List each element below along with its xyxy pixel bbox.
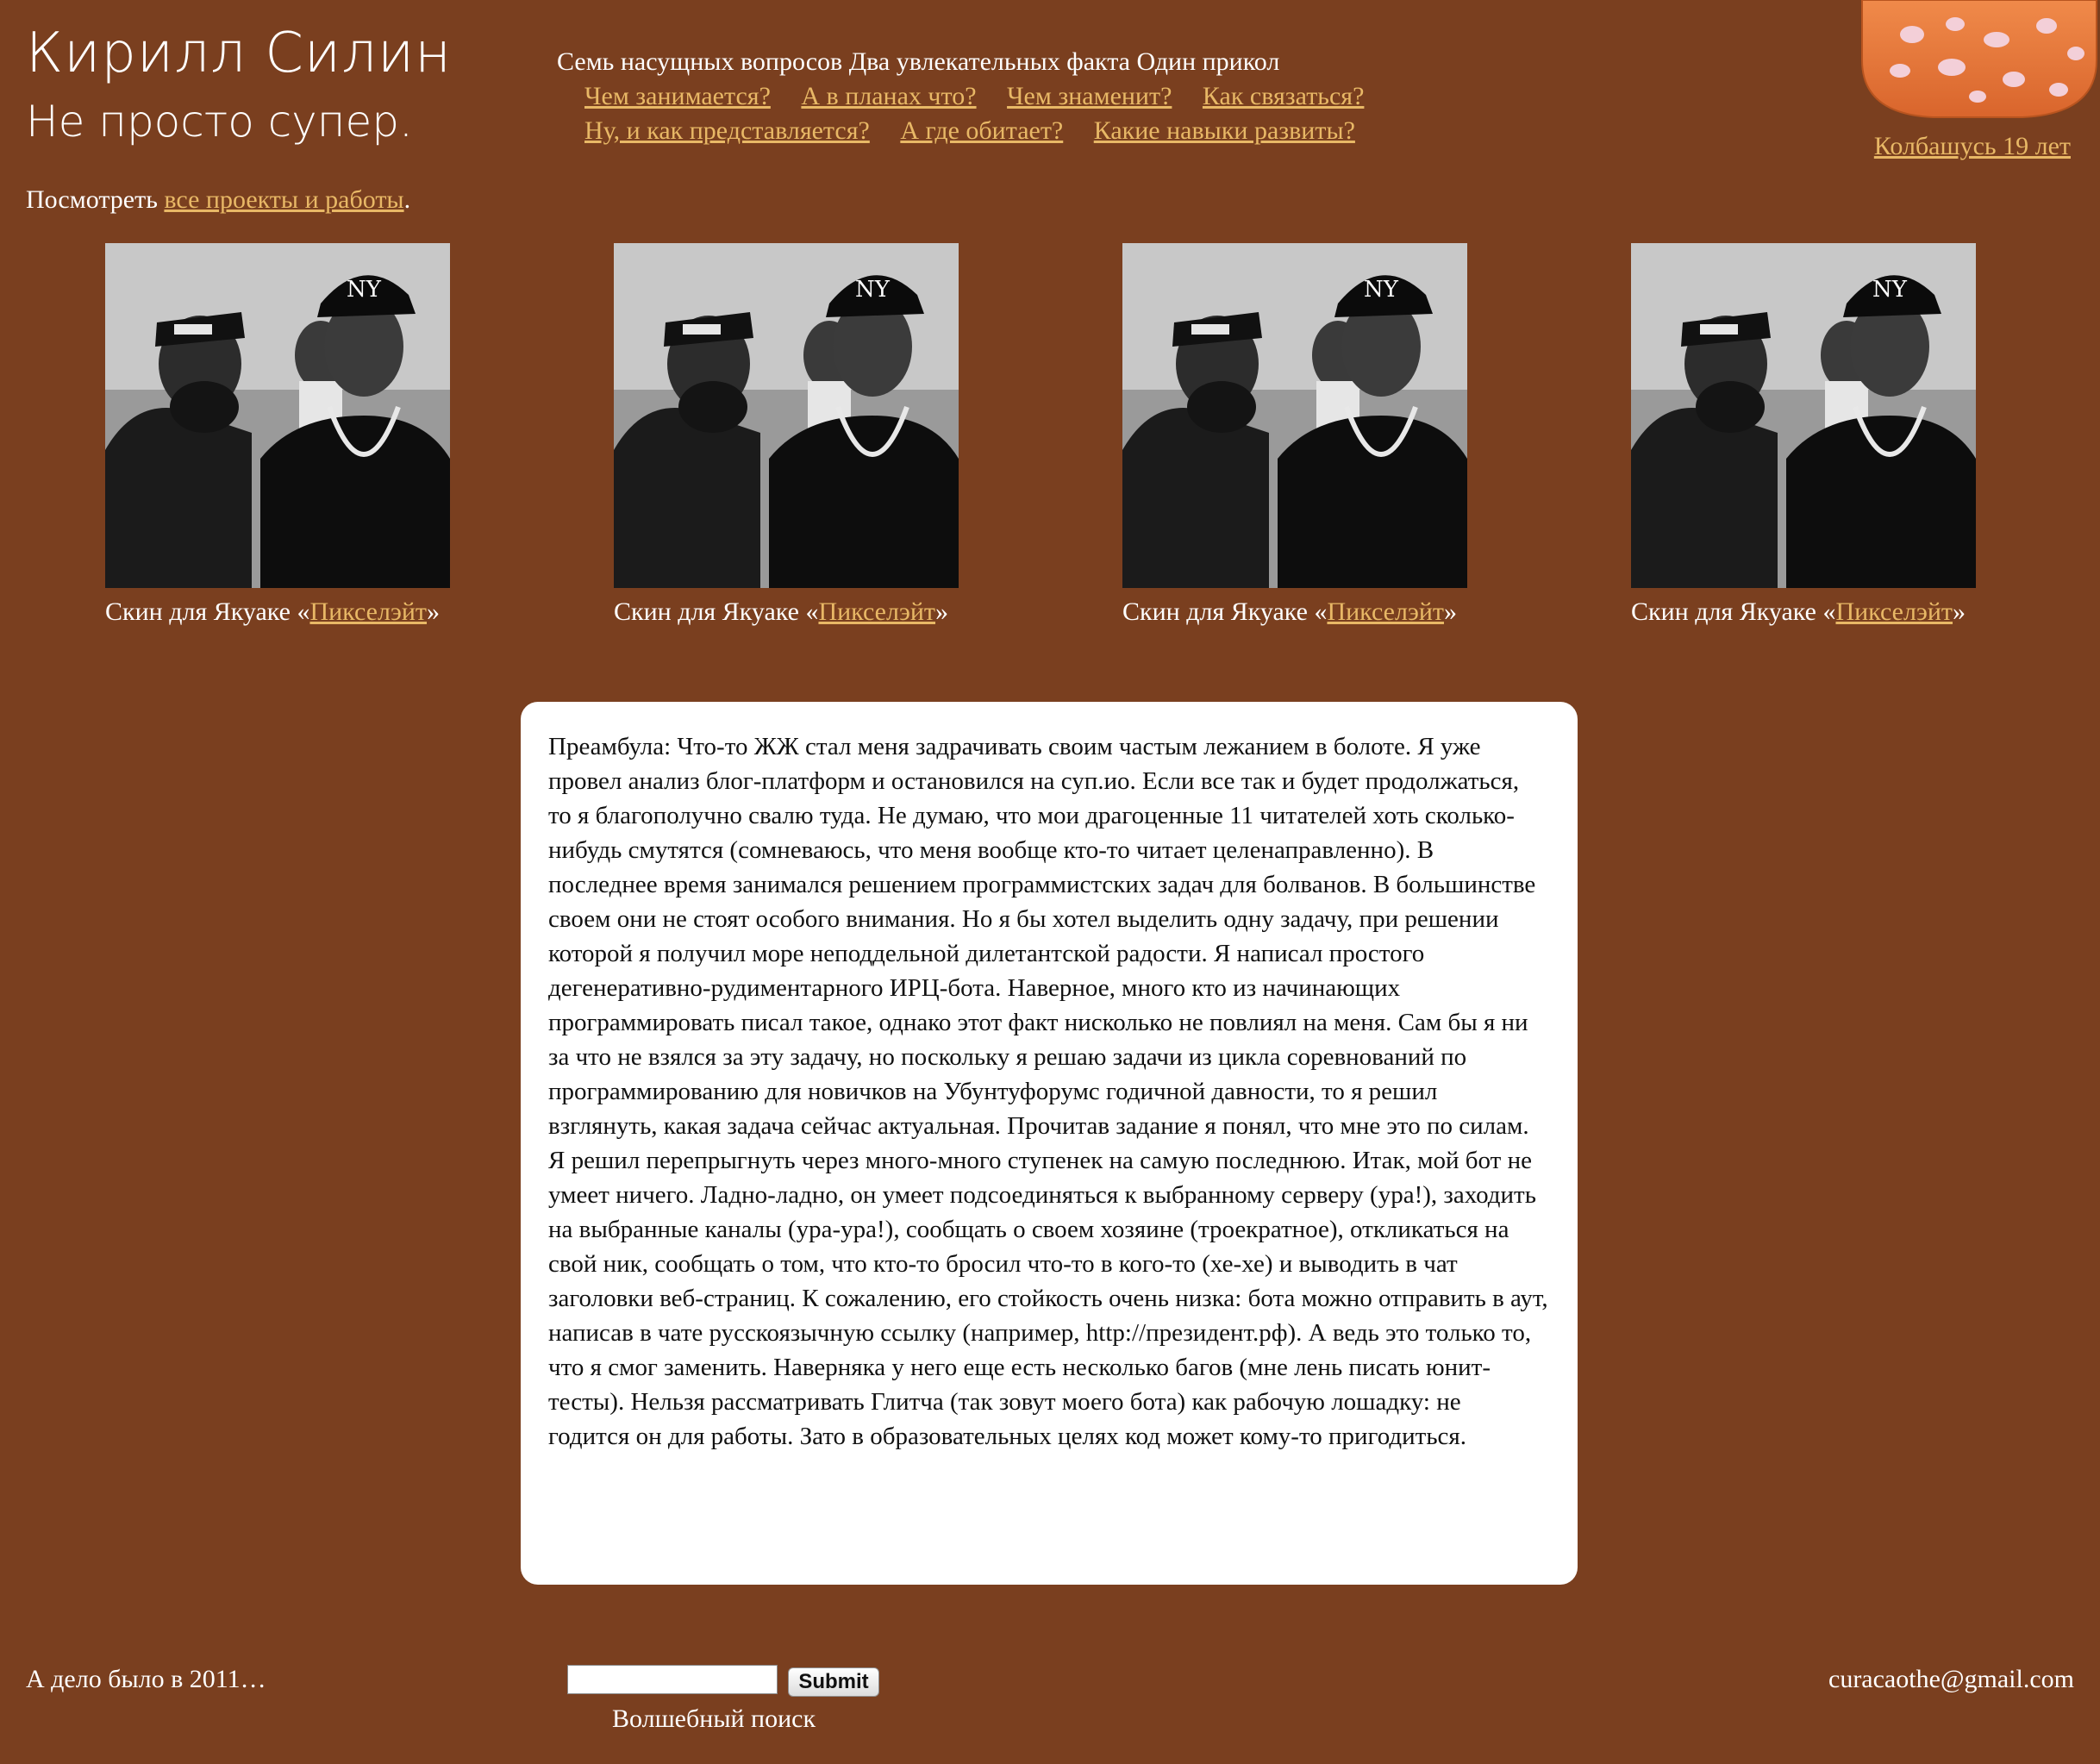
caption-suffix: » bbox=[1953, 597, 1966, 626]
project-caption: Скин для Якуаке «Пикселэйт» bbox=[1631, 595, 2028, 629]
nav-row-1: Чем занимается? А в планах что? Чем знам… bbox=[557, 79, 1388, 114]
nav-heading: Семь насущных вопросов Два увлекательных… bbox=[557, 47, 1280, 76]
project-caption: Скин для Якуаке «Пикселэйт» bbox=[614, 595, 1010, 629]
blog-post-text: Преамбула: Что-то ЖЖ стал меня задрачива… bbox=[548, 733, 1548, 1450]
site-title: Кирилл Силин bbox=[26, 22, 452, 85]
svg-text:NY: NY bbox=[347, 277, 382, 303]
projects-line: Посмотреть все проекты и работы. bbox=[26, 183, 410, 217]
all-projects-link[interactable]: все проекты и работы bbox=[164, 185, 403, 214]
project-photo[interactable]: NY bbox=[105, 243, 450, 588]
site-tagline: Не просто супер. bbox=[26, 97, 413, 147]
project-card: NY Скин для Якуаке «Пикселэйт» bbox=[1122, 243, 1519, 629]
submit-button[interactable]: Submit bbox=[788, 1667, 879, 1697]
footer-email: curacaothe@gmail.com bbox=[1828, 1665, 2074, 1693]
project-link[interactable]: Пикселэйт bbox=[1327, 597, 1444, 626]
sausage-icon[interactable] bbox=[1859, 0, 2100, 121]
nav-link-plans[interactable]: А в планах что? bbox=[801, 82, 976, 110]
project-link[interactable]: Пикселэйт bbox=[309, 597, 427, 626]
caption-text: Скин для Якуаке « bbox=[1122, 597, 1328, 626]
project-photo[interactable]: NY bbox=[1122, 243, 1467, 588]
nav-link-contact[interactable]: Как связаться? bbox=[1203, 82, 1365, 110]
project-card: NY Скин для Якуаке «Пикселэйт» bbox=[1631, 243, 2028, 629]
nav-link-occupation[interactable]: Чем занимается? bbox=[584, 82, 771, 110]
project-card: NY Скин для Якуаке «Пикселэйт» bbox=[614, 243, 1010, 629]
caption-suffix: » bbox=[935, 597, 949, 626]
caption-text: Скин для Якуаке « bbox=[1631, 597, 1836, 626]
project-caption: Скин для Якуаке «Пикселэйт» bbox=[1122, 595, 1519, 629]
svg-text:NY: NY bbox=[855, 277, 891, 303]
nav-link-intro[interactable]: Ну, и как представляется? bbox=[584, 116, 870, 145]
project-link[interactable]: Пикселэйт bbox=[1835, 597, 1953, 626]
nav-link-skills[interactable]: Какие навыки развиты? bbox=[1094, 116, 1355, 145]
project-photo[interactable]: NY bbox=[1631, 243, 1976, 588]
age-link[interactable]: Колбашусь 19 лет bbox=[1874, 129, 2071, 164]
caption-text: Скин для Якуаке « bbox=[614, 597, 819, 626]
nav-link-famous[interactable]: Чем знаменит? bbox=[1007, 82, 1172, 110]
blog-post: Преамбула: Что-то ЖЖ стал меня задрачива… bbox=[521, 702, 1578, 1585]
caption-suffix: » bbox=[1444, 597, 1458, 626]
project-caption: Скин для Якуаке «Пикселэйт» bbox=[105, 595, 502, 629]
header-nav: Семь насущных вопросов Два увлекательных… bbox=[557, 45, 1388, 148]
project-card: NY Скин для Якуаке «Пикселэйт» bbox=[105, 243, 502, 629]
caption-suffix: » bbox=[427, 597, 441, 626]
project-photo[interactable]: NY bbox=[614, 243, 959, 588]
projects-suffix: . bbox=[403, 185, 411, 214]
svg-text:NY: NY bbox=[1364, 277, 1399, 303]
project-link[interactable]: Пикселэйт bbox=[818, 597, 935, 626]
projects-prefix: Посмотреть bbox=[26, 185, 158, 214]
caption-text: Скин для Якуаке « bbox=[105, 597, 310, 626]
search-input[interactable] bbox=[567, 1665, 778, 1694]
nav-link-location[interactable]: А где обитает? bbox=[900, 116, 1063, 145]
footer-year: А дело было в 2011… bbox=[26, 1665, 266, 1693]
search-label: Волшебный поиск bbox=[612, 1705, 816, 1733]
nav-row-2: Ну, и как представляется? А где обитает?… bbox=[557, 114, 1388, 148]
svg-text:NY: NY bbox=[1872, 277, 1908, 303]
